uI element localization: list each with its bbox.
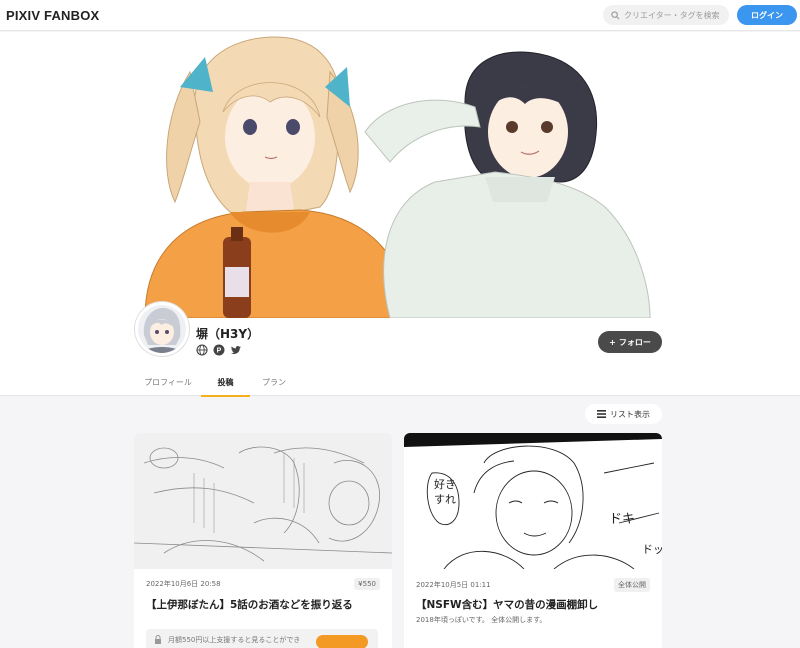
post-description: 2018年頃っぽいです。 全体公開します。: [416, 616, 547, 624]
social-links: P: [196, 344, 242, 356]
follow-button[interactable]: + フォロー: [598, 331, 662, 353]
search-box[interactable]: [603, 5, 729, 25]
tab-plans[interactable]: プラン: [250, 375, 298, 396]
tab-profile[interactable]: プロフィール: [135, 375, 201, 396]
plus-icon: +: [609, 337, 616, 347]
search-icon: [611, 10, 620, 19]
pixiv-icon[interactable]: P: [213, 344, 225, 356]
tab-posts[interactable]: 投稿: [201, 375, 250, 397]
lock-icon: [155, 635, 161, 644]
creator-name: 塀（H3Y）: [196, 327, 260, 341]
svg-text:ドッ: ドッ: [642, 543, 662, 556]
svg-text:すれ: すれ: [434, 493, 456, 506]
list-icon: [597, 410, 606, 418]
post-title[interactable]: 【NSFW含む】ヤマの昔の漫画棚卸し: [416, 597, 654, 612]
lock-text: 月額550円以上支援すると見ることができ: [168, 636, 301, 644]
locked-content-notice: 月額550円以上支援すると見ることができ: [146, 629, 378, 648]
top-navigation-bar: PIXIV FANBOX ログイン: [0, 0, 800, 31]
price-badge: ¥550: [354, 578, 380, 590]
post-date: 2022年10月5日 01:11: [416, 581, 491, 589]
svg-text:P: P: [217, 348, 222, 355]
post-title[interactable]: 【上伊那ぼたん】5話のお酒などを振り返る: [146, 597, 384, 612]
visibility-badge: 全体公開: [614, 578, 650, 592]
pixiv-fanbox-logo[interactable]: PIXIV FANBOX: [6, 8, 99, 23]
creator-tabs: プロフィール 投稿 プラン: [135, 375, 298, 397]
follow-label: フォロー: [618, 337, 651, 347]
post-thumbnail: [134, 433, 392, 569]
creator-avatar[interactable]: [135, 302, 189, 356]
list-view-label: リスト表示: [610, 409, 650, 419]
login-button[interactable]: ログイン: [737, 5, 797, 25]
post-card[interactable]: 2022年10月6日 20:58 ¥550 【上伊那ぼたん】5話のお酒などを振り…: [134, 433, 392, 648]
post-meta: 2022年10月5日 01:11 全体公開: [416, 578, 650, 592]
post-date: 2022年10月6日 20:58: [146, 580, 221, 588]
svg-text:ドキ: ドキ: [609, 512, 635, 527]
globe-icon[interactable]: [196, 344, 208, 356]
cover-image: [135, 32, 662, 318]
post-card[interactable]: 好き すれ ドキ ドッ 2022年10月5日 01:11 全体公開 【NSFW含…: [404, 433, 662, 648]
creator-header: 塀（H3Y） P + フォロー プロフィール 投稿 プラン: [0, 32, 800, 397]
svg-text:好き: 好き: [434, 477, 456, 491]
twitter-icon[interactable]: [230, 344, 242, 356]
list-view-button[interactable]: リスト表示: [585, 404, 662, 424]
post-thumbnail: 好き すれ ドキ ドッ: [404, 433, 662, 569]
search-input[interactable]: [624, 10, 724, 20]
post-meta: 2022年10月6日 20:58 ¥550: [146, 578, 380, 590]
support-button[interactable]: [316, 635, 368, 648]
